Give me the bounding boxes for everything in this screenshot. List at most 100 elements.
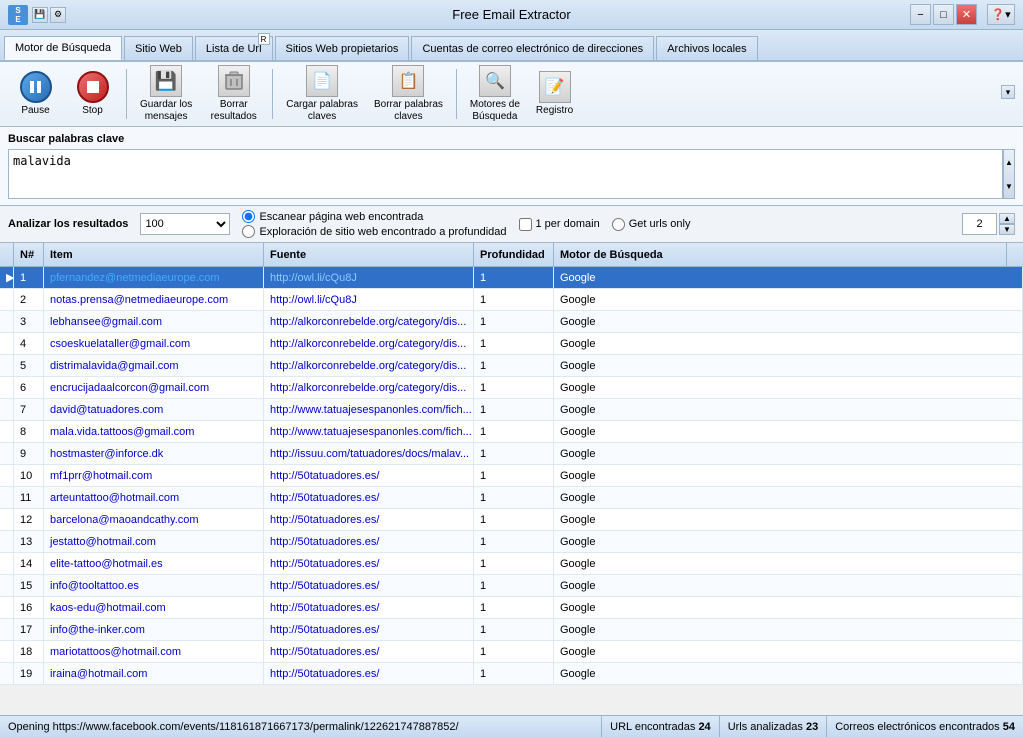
row-depth: 1 — [474, 487, 554, 508]
row-arrow — [0, 553, 14, 574]
table-row[interactable]: 13jestatto@hotmail.comhttp://50tatuadore… — [0, 531, 1023, 553]
title-save-btn[interactable]: 💾 — [32, 7, 48, 23]
table-row[interactable]: 7david@tatuadores.comhttp://www.tatuajes… — [0, 399, 1023, 421]
table-row[interactable]: ▶1pfernandez@netmediaeurope.comhttp://ow… — [0, 267, 1023, 289]
row-number: 17 — [14, 619, 44, 640]
tab-lista-url[interactable]: Lista de Url R — [195, 36, 273, 60]
row-depth: 1 — [474, 333, 554, 354]
row-number: 10 — [14, 465, 44, 486]
table-row[interactable]: 10mf1prr@hotmail.comhttp://50tatuadores.… — [0, 465, 1023, 487]
results-count-select[interactable]: 100 50 200 — [140, 213, 230, 235]
table-row[interactable]: 11arteuntattoo@hotmail.comhttp://50tatua… — [0, 487, 1023, 509]
row-arrow — [0, 597, 14, 618]
per-domain-option[interactable]: 1 per domain — [519, 218, 600, 231]
tab-sitios-propietarios[interactable]: Sitios Web propietarios — [275, 36, 410, 60]
row-depth: 1 — [474, 399, 554, 420]
table-row[interactable]: 12barcelona@maoandcathy.comhttp://50tatu… — [0, 509, 1023, 531]
table-row[interactable]: 9hostmaster@inforce.dkhttp://issuu.com/t… — [0, 443, 1023, 465]
spin-down-button[interactable]: ▼ — [999, 224, 1015, 235]
tab-cuentas[interactable]: Cuentas de correo electrónico de direcci… — [411, 36, 654, 60]
row-email: csoeskuelataller@gmail.com — [44, 333, 264, 354]
log-button[interactable]: 📝 Registro — [529, 66, 580, 122]
stop-button[interactable]: Stop — [65, 66, 120, 122]
depth-spin-control: ▲ ▼ — [962, 213, 1015, 235]
row-number: 6 — [14, 377, 44, 398]
title-settings-btn[interactable]: ⚙ — [50, 7, 66, 23]
scan-webpage-option[interactable]: Escanear página web encontrada — [242, 210, 506, 223]
table-row[interactable]: 4csoeskuelataller@gmail.comhttp://alkorc… — [0, 333, 1023, 355]
status-urls-found: URL encontradas 24 — [602, 716, 720, 737]
close-button[interactable]: ✕ — [956, 4, 977, 25]
row-search-engine: Google — [554, 553, 1023, 574]
save-icon: 💾 — [150, 65, 182, 97]
tab-archivos[interactable]: Archivos locales — [656, 36, 757, 60]
table-row[interactable]: 18mariotattoos@hotmail.comhttp://50tatua… — [0, 641, 1023, 663]
toolbar-expand-button[interactable]: ▾ — [1001, 85, 1015, 99]
row-number: 19 — [14, 663, 44, 684]
tab-sitio-web[interactable]: Sitio Web — [124, 36, 193, 60]
explore-website-option[interactable]: Exploración de sitio web encontrado a pr… — [242, 225, 506, 238]
row-search-engine: Google — [554, 311, 1023, 332]
search-keywords-input[interactable]: malavida — [8, 149, 1003, 199]
table-row[interactable]: 2notas.prensa@netmediaeurope.comhttp://o… — [0, 289, 1023, 311]
load-keywords-label: Cargar palabras claves — [286, 99, 358, 123]
help-arrow-btn[interactable]: ❓▾ — [987, 4, 1015, 25]
th-item: Item — [44, 243, 264, 266]
scan-webpage-radio[interactable] — [242, 210, 255, 223]
status-urls-analyzed: Urls analizadas 23 — [720, 716, 828, 737]
save-messages-button[interactable]: 💾 Guardar los mensajes — [133, 66, 199, 122]
row-search-engine: Google — [554, 531, 1023, 552]
get-urls-option[interactable]: Get urls only — [612, 218, 691, 231]
table-row[interactable]: 6encrucijadaalcorcon@gmail.comhttp://alk… — [0, 377, 1023, 399]
maximize-button[interactable]: □ — [933, 4, 954, 25]
pause-button[interactable]: Pause — [8, 66, 63, 122]
delete-results-button[interactable]: Borrar resultados — [201, 66, 266, 122]
table-row[interactable]: 5distrimalavida@gmail.comhttp://alkorcon… — [0, 355, 1023, 377]
row-search-engine: Google — [554, 487, 1023, 508]
stop-label: Stop — [82, 105, 103, 117]
row-search-engine: Google — [554, 465, 1023, 486]
spin-up-button[interactable]: ▲ — [999, 213, 1015, 224]
scan-options-group: Escanear página web encontrada Exploraci… — [242, 210, 506, 238]
get-urls-radio[interactable] — [612, 218, 625, 231]
row-number: 2 — [14, 289, 44, 310]
search-scroll-up[interactable]: ▲ — [1004, 150, 1014, 174]
minimize-button[interactable]: − — [910, 4, 931, 25]
search-engines-button[interactable]: 🔍 Motores de Búsqueda — [463, 66, 527, 122]
row-depth: 1 — [474, 443, 554, 464]
options-row: Analizar los resultados 100 50 200 Escan… — [0, 206, 1023, 243]
row-search-engine: Google — [554, 663, 1023, 684]
table-row[interactable]: 19iraina@hotmail.comhttp://50tatuadores.… — [0, 663, 1023, 685]
tab-motor-busqueda[interactable]: Motor de Búsqueda — [4, 36, 122, 60]
table-row[interactable]: 8mala.vida.tattoos@gmail.comhttp://www.t… — [0, 421, 1023, 443]
row-email: iraina@hotmail.com — [44, 663, 264, 684]
row-arrow — [0, 487, 14, 508]
table-row[interactable]: 3lebhansee@gmail.comhttp://alkorconrebel… — [0, 311, 1023, 333]
row-number: 14 — [14, 553, 44, 574]
table-row[interactable]: 17info@the-inker.comhttp://50tatuadores.… — [0, 619, 1023, 641]
row-email: barcelona@maoandcathy.com — [44, 509, 264, 530]
main-area: Buscar palabras clave malavida ▲ ▼ Anali… — [0, 127, 1023, 737]
row-depth: 1 — [474, 663, 554, 684]
depth-spin-input[interactable] — [962, 213, 997, 235]
table-row[interactable]: 16kaos-edu@hotmail.comhttp://50tatuadore… — [0, 597, 1023, 619]
row-arrow — [0, 465, 14, 486]
row-source: http://alkorconrebelde.org/category/dis.… — [264, 355, 474, 376]
per-domain-checkbox[interactable] — [519, 218, 532, 231]
table-scroll-wrapper: ▶1pfernandez@netmediaeurope.comhttp://ow… — [0, 267, 1023, 715]
row-source: http://owl.li/cQu8J — [264, 267, 474, 288]
row-source: http://50tatuadores.es/ — [264, 641, 474, 662]
explore-website-radio[interactable] — [242, 225, 255, 238]
table-row[interactable]: 14elite-tattoo@hotmail.eshttp://50tatuad… — [0, 553, 1023, 575]
delete-keywords-icon: 📋 — [392, 65, 424, 97]
delete-keywords-button[interactable]: 📋 Borrar palabras claves — [367, 66, 450, 122]
load-keywords-button[interactable]: 📄 Cargar palabras claves — [279, 66, 365, 122]
row-source: http://www.tatuajesespanonles.com/fich..… — [264, 421, 474, 442]
row-search-engine: Google — [554, 575, 1023, 596]
table-header: N# Item Fuente Profundidad Motor de Búsq… — [0, 243, 1023, 267]
table-row[interactable]: 15info@tooltattoo.eshttp://50tatuadores.… — [0, 575, 1023, 597]
row-number: 3 — [14, 311, 44, 332]
row-source: http://50tatuadores.es/ — [264, 531, 474, 552]
search-scroll-down[interactable]: ▼ — [1004, 174, 1014, 198]
status-bar: Opening https://www.facebook.com/events/… — [0, 715, 1023, 737]
